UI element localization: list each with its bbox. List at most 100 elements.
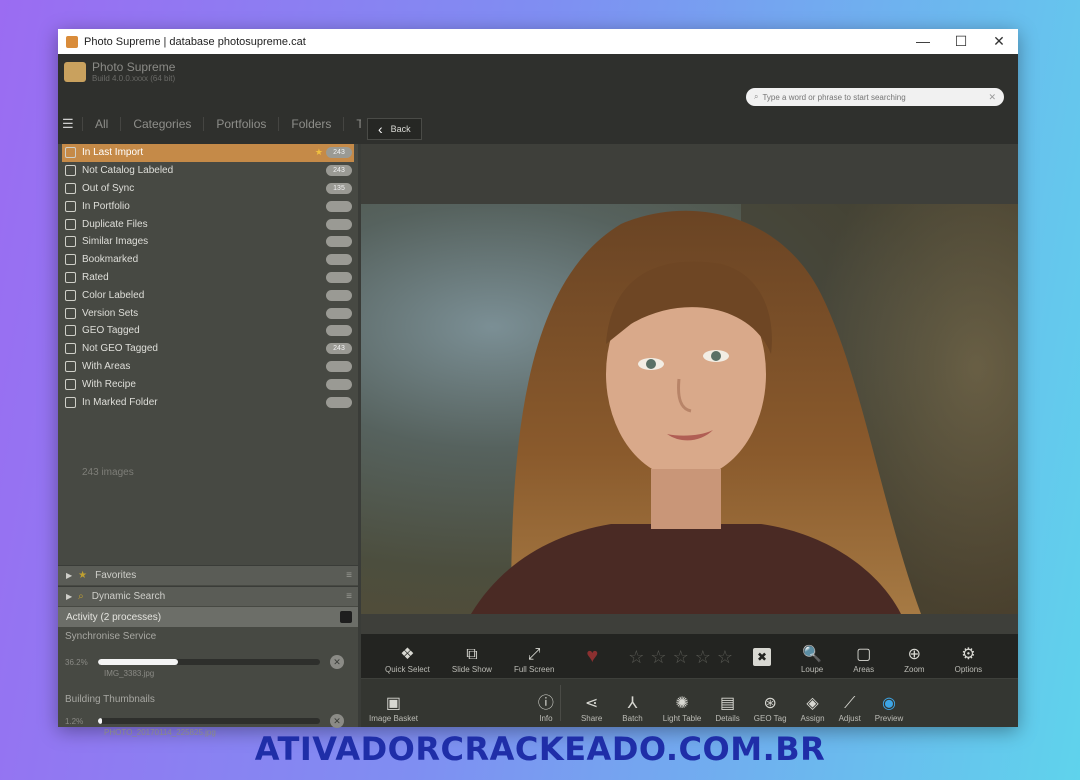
cancel-process-icon[interactable]: ✕ [330, 714, 344, 728]
rating-star-icon[interactable]: ☆ [650, 647, 666, 668]
tab-portfolios[interactable]: Portfolios [203, 117, 278, 131]
activity-panel-header[interactable]: Activity (2 processes) [58, 607, 358, 627]
state-edit-icon [65, 254, 76, 266]
star-rating[interactable]: ☆ ☆ ☆ ☆ ☆ [628, 647, 739, 668]
state-item[interactable]: Not Catalog Labeled 243 [62, 162, 354, 180]
state-count-badge [326, 307, 352, 319]
close-button[interactable]: ✕ [980, 33, 1018, 50]
zoom-button[interactable]: ⊕ Zoom [904, 645, 924, 674]
rating-star-icon[interactable]: ☆ [717, 647, 733, 668]
preview-icon: ◉ [882, 695, 896, 712]
image-viewer[interactable] [361, 144, 1018, 635]
light-table-button[interactable]: ✺ Light Table [663, 694, 702, 723]
rating-star-icon[interactable]: ☆ [673, 647, 689, 668]
search-box[interactable]: ⌕ ✕ [746, 88, 1004, 106]
details-button[interactable]: ▤ Details [715, 694, 739, 723]
back-bar: ‹ Back [361, 114, 1018, 144]
preview-image [361, 204, 1018, 614]
state-count-badge: 243 [326, 147, 352, 159]
tool-label: Zoom [904, 665, 925, 674]
state-item[interactable]: Not GEO Tagged 243 [62, 340, 354, 358]
state-edit-icon [65, 271, 76, 283]
images-count: 243 images [82, 467, 134, 478]
minimize-button[interactable]: — [904, 33, 942, 50]
state-edit-icon [65, 165, 76, 177]
loupe-button[interactable]: 🔍 Loupe [801, 645, 823, 674]
progress-bar [98, 659, 320, 665]
state-item[interactable]: With Recipe [62, 375, 354, 393]
share-button[interactable]: ⋖ Share [581, 694, 602, 723]
state-item[interactable]: Rated [62, 269, 354, 287]
search-input[interactable] [762, 92, 983, 102]
state-label: Rated [82, 271, 109, 283]
state-item[interactable]: Similar Images [62, 233, 354, 251]
state-item[interactable]: Color Labeled [62, 286, 354, 304]
full-screen-button[interactable]: ⤢ Full Screen [514, 645, 554, 674]
image-basket-button[interactable]: ▣ Image Basket [369, 694, 418, 723]
state-count-badge [326, 325, 352, 337]
state-item[interactable]: Version Sets [62, 304, 354, 322]
pin-panel-icon[interactable] [340, 611, 352, 623]
quick-select-button[interactable]: ❖ Quick Select [385, 645, 430, 674]
state-label: With Areas [82, 360, 131, 372]
left-panel: In Last Import ★ 243 Not Catalog Labeled 243… [58, 144, 358, 737]
geo-tag-button[interactable]: ⊛ GEO Tag [754, 694, 787, 723]
areas-button[interactable]: ▢ Areas [853, 645, 874, 674]
maximize-button[interactable]: ☐ [942, 33, 980, 50]
dynamic-search-panel-header[interactable]: ▶ ⌕ Dynamic Search ≡ [58, 586, 358, 606]
rating-star-icon[interactable]: ☆ [695, 647, 711, 668]
batch-button[interactable]: ⅄ Batch [622, 694, 642, 723]
back-button[interactable]: ‹ Back [367, 118, 422, 140]
state-label: Similar Images [82, 236, 149, 248]
state-item[interactable]: In Portfolio [62, 197, 354, 215]
info-button[interactable]: ⓘ Info [538, 694, 554, 723]
preview-button[interactable]: ◉ Preview [875, 694, 903, 723]
progress-bar [98, 718, 320, 724]
panel-menu-icon[interactable]: ≡ [346, 591, 352, 602]
state-item[interactable]: Out of Sync 135 [62, 180, 354, 198]
reject-icon[interactable]: ✖ [752, 648, 771, 666]
state-edit-icon [65, 289, 76, 301]
state-item[interactable]: In Marked Folder [62, 393, 354, 411]
state-item[interactable]: GEO Tagged [62, 322, 354, 340]
state-edit-icon [65, 147, 76, 159]
tab-all[interactable]: All [82, 117, 120, 131]
clear-search-icon[interactable]: ✕ [988, 92, 996, 103]
quick-select-icon: ❖ [400, 646, 415, 663]
title-bar: Photo Supreme | database photosupreme.ca… [58, 29, 1018, 54]
search-icon: ⌕ [754, 92, 759, 101]
portrait-photo [471, 204, 1018, 614]
tool-label: Share [580, 714, 603, 723]
state-item[interactable]: Duplicate Files [62, 215, 354, 233]
assign-button[interactable]: ◈ Assign [801, 694, 825, 723]
expand-arrow-icon: ▶ [66, 571, 73, 580]
favorites-panel-header[interactable]: ▶ ★ Favorites ≡ [58, 565, 358, 585]
state-count-badge [326, 236, 352, 248]
options-button[interactable]: ⚙ Options [955, 645, 983, 674]
states-list: In Last Import ★ 243 Not Catalog Labeled 243… [62, 144, 354, 411]
state-item[interactable]: With Areas [62, 358, 354, 376]
image-basket-icon: ▣ [385, 695, 402, 712]
adjust-button[interactable]: ⟋ Adjust [839, 694, 861, 723]
favorites-label: Favorites [95, 570, 137, 581]
state-edit-icon [65, 307, 76, 319]
state-label: Duplicate Files [82, 218, 148, 230]
chevron-left-icon: ‹ [378, 121, 383, 137]
tab-folders[interactable]: Folders [278, 117, 343, 131]
rating-star-icon[interactable]: ☆ [628, 647, 644, 668]
back-label: Back [390, 124, 411, 134]
tab-categories[interactable]: Categories [120, 117, 203, 131]
batch-icon: ⅄ [627, 695, 638, 712]
heart-icon[interactable]: ♥ [586, 645, 598, 668]
brand-name: Photo Supreme [92, 60, 176, 74]
hamburger-menu-icon[interactable]: ☰ [62, 116, 76, 132]
state-item[interactable]: In Last Import ★ 243 [62, 144, 354, 162]
tool-label: Light Table [662, 714, 702, 723]
cancel-process-icon[interactable]: ✕ [330, 655, 344, 669]
state-count-badge [326, 200, 352, 212]
slide-show-button[interactable]: ⧉ Slide Show [452, 645, 492, 674]
state-item[interactable]: Bookmarked [62, 251, 354, 269]
app-icon [66, 35, 78, 48]
panel-menu-icon[interactable]: ≡ [346, 570, 352, 581]
process-label: Building Thumbnails [65, 694, 155, 705]
